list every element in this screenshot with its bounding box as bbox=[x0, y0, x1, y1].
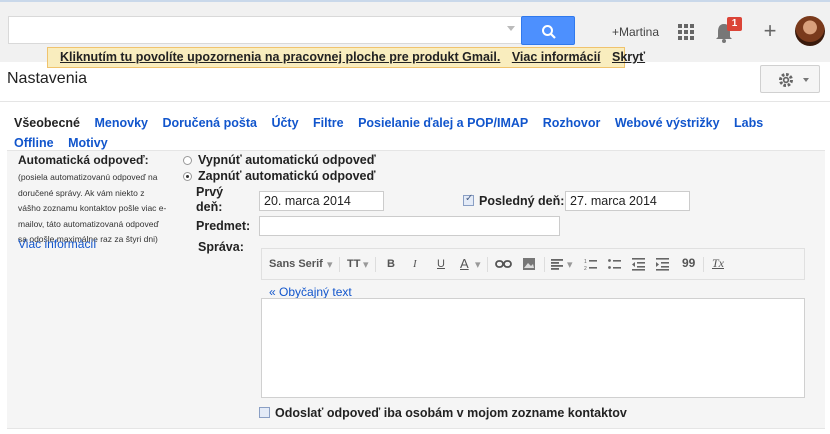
svg-text:1: 1 bbox=[584, 259, 587, 265]
svg-text:2: 2 bbox=[584, 266, 587, 271]
tab-filters[interactable]: Filtre bbox=[313, 113, 344, 133]
notice-hide-link[interactable]: Skryť bbox=[612, 50, 645, 64]
remove-formatting-icon[interactable]: Tx bbox=[712, 256, 724, 271]
formatting-toolbar: Sans Serif ▾ TT ▾ B I U A ▾ ▾ 1 2 99 Tx bbox=[261, 248, 805, 280]
divider bbox=[0, 101, 830, 102]
toolbar-divider bbox=[375, 257, 376, 272]
last-day-input[interactable] bbox=[565, 191, 690, 211]
underline-icon[interactable]: U bbox=[437, 258, 445, 270]
chevron-down-icon bbox=[803, 78, 809, 82]
toolbar-divider bbox=[339, 257, 340, 272]
bold-icon[interactable]: B bbox=[387, 258, 395, 270]
auto-reply-on-label[interactable]: Zapnúť automatickú odpoveď bbox=[198, 169, 375, 183]
font-family-select[interactable]: Sans Serif bbox=[269, 258, 323, 270]
contacts-only-checkbox[interactable] bbox=[259, 407, 270, 418]
link-icon[interactable] bbox=[495, 259, 512, 269]
bulleted-list-icon[interactable] bbox=[608, 258, 621, 271]
font-size-chevron-icon[interactable]: ▾ bbox=[363, 258, 369, 271]
tab-inbox[interactable]: Doručená pošta bbox=[162, 113, 256, 133]
auto-reply-off-label[interactable]: Vypnúť automatickú odpoveď bbox=[198, 153, 376, 167]
indent-less-icon[interactable] bbox=[632, 258, 645, 271]
auto-reply-more-info-link[interactable]: Viac informácií bbox=[18, 237, 96, 251]
share-plus-button[interactable]: + bbox=[757, 19, 783, 45]
plain-text-link[interactable]: « Obyčajný text bbox=[269, 285, 352, 299]
auto-reply-on-radio[interactable] bbox=[183, 172, 192, 181]
page-title: Nastavenia bbox=[7, 70, 88, 87]
toolbar-divider bbox=[703, 257, 704, 272]
settings-gear-button[interactable] bbox=[760, 65, 820, 93]
notification-count-badge: 1 bbox=[727, 17, 742, 31]
desktop-notifications-banner: Kliknutím tu povolíte upozornenia na pra… bbox=[47, 47, 645, 68]
user-profile-link[interactable]: +Martina bbox=[612, 25, 659, 39]
tab-general[interactable]: Všeobecné bbox=[14, 113, 80, 133]
italic-icon[interactable]: I bbox=[413, 258, 417, 270]
font-size-icon[interactable]: TT bbox=[347, 258, 360, 270]
last-day-label: Posledný deň: bbox=[479, 194, 565, 208]
quote-icon[interactable]: 99 bbox=[682, 256, 695, 270]
last-day-checkbox[interactable] bbox=[463, 193, 474, 206]
text-color-chevron-icon[interactable]: ▾ bbox=[475, 258, 481, 271]
avatar[interactable] bbox=[795, 16, 825, 46]
subject-input[interactable] bbox=[259, 216, 560, 236]
auto-reply-help-text: (posiela automatizovanú odpoveď na doruč… bbox=[18, 172, 167, 244]
numbered-list-icon[interactable]: 1 2 bbox=[584, 258, 597, 271]
align-icon[interactable] bbox=[551, 259, 563, 270]
first-day-label: Prvý deň: bbox=[196, 185, 224, 214]
tab-forwarding-pop-imap[interactable]: Posielanie ďalej a POP/IMAP bbox=[358, 113, 528, 133]
tab-chat[interactable]: Rozhovor bbox=[543, 113, 601, 133]
first-day-input[interactable] bbox=[259, 191, 384, 211]
enable-notifications-link[interactable]: Kliknutím tu povolíte upozornenia na pra… bbox=[60, 50, 500, 64]
notice-more-info-link[interactable]: Viac informácií bbox=[512, 50, 601, 64]
message-editor[interactable] bbox=[261, 298, 805, 398]
indent-more-icon[interactable] bbox=[656, 258, 669, 271]
insert-image-icon[interactable] bbox=[522, 257, 536, 271]
auto-reply-off-radio[interactable] bbox=[183, 156, 192, 165]
search-button[interactable] bbox=[521, 16, 575, 45]
subject-label: Predmet: bbox=[196, 219, 251, 233]
tab-accounts[interactable]: Účty bbox=[271, 113, 298, 133]
apps-grid-icon[interactable] bbox=[678, 24, 694, 40]
tab-web-clips[interactable]: Webové výstrižky bbox=[615, 113, 720, 133]
auto-reply-label: Automatická odpoveď: bbox=[18, 153, 149, 167]
align-chevron-icon[interactable]: ▾ bbox=[567, 258, 573, 271]
settings-tabs: Všeobecné Menovky Doručená pošta Účty Fi… bbox=[14, 113, 824, 153]
contacts-only-label[interactable]: Odoslať odpoveď iba osobám v mojom zozna… bbox=[275, 406, 627, 420]
toolbar-divider bbox=[544, 257, 545, 272]
search-input[interactable] bbox=[9, 17, 499, 43]
divider bbox=[7, 428, 825, 429]
search-icon bbox=[542, 25, 556, 39]
search-options-chevron-icon[interactable] bbox=[507, 26, 515, 31]
tab-labels[interactable]: Menovky bbox=[95, 113, 149, 133]
message-label: Správa: bbox=[198, 240, 244, 254]
font-family-chevron-icon[interactable]: ▾ bbox=[327, 258, 333, 271]
search-box[interactable] bbox=[8, 16, 524, 44]
gear-icon bbox=[779, 73, 793, 87]
text-color-icon[interactable]: A bbox=[460, 256, 469, 271]
tab-labs[interactable]: Labs bbox=[734, 113, 763, 133]
toolbar-divider bbox=[487, 257, 488, 272]
